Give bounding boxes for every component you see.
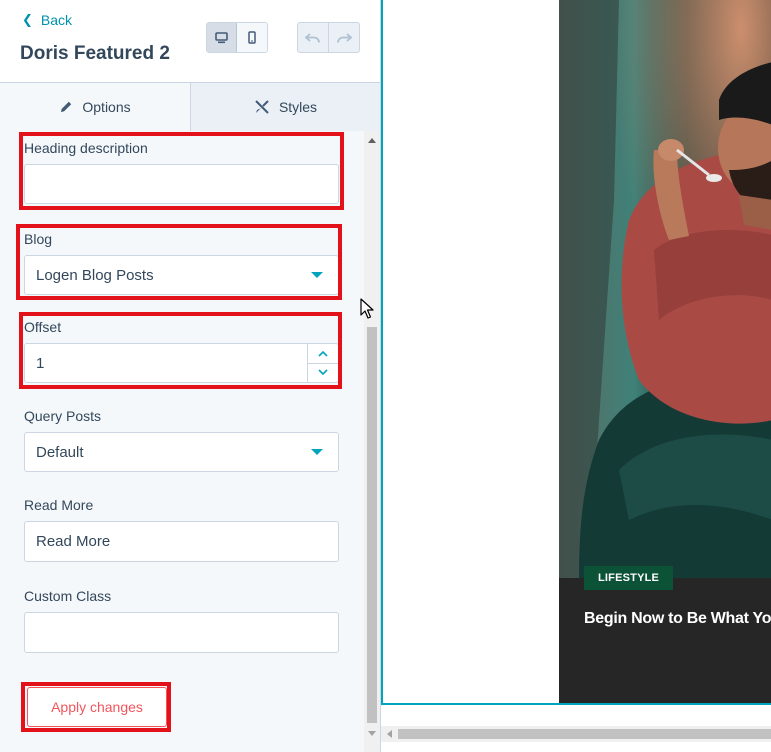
history-controls	[297, 22, 360, 53]
offset-value: 1	[36, 354, 45, 372]
caret-down-icon	[311, 272, 323, 278]
preview-horizontal-scrollbar[interactable]	[381, 726, 771, 742]
undo-icon	[304, 32, 320, 43]
tab-options[interactable]: Options	[0, 83, 190, 131]
read-more-label: Read More	[24, 497, 94, 513]
redo-button[interactable]	[329, 23, 359, 52]
chevron-down-icon	[318, 369, 328, 376]
desktop-icon	[215, 31, 228, 43]
custom-class-input[interactable]	[24, 612, 339, 653]
module-title: Doris Featured 2	[20, 43, 170, 64]
apply-changes-button[interactable]: Apply changes	[27, 687, 167, 727]
chevron-up-icon	[318, 350, 328, 357]
mouse-cursor-icon	[360, 298, 374, 319]
preview-frame: LIFESTYLE Begin Now to Be What Yo	[381, 0, 771, 705]
back-label: Back	[40, 12, 73, 28]
stepper-controls	[307, 344, 338, 382]
caret-down-icon	[311, 449, 323, 455]
tab-styles-label: Styles	[278, 99, 318, 115]
offset-stepper[interactable]: 1	[24, 343, 339, 383]
heading-description-input[interactable]	[24, 164, 339, 204]
sidebar-header: ❮ Back Doris Featured 2	[0, 0, 380, 83]
post-title[interactable]: Begin Now to Be What Yo	[584, 610, 771, 628]
scroll-thumb[interactable]	[367, 327, 377, 723]
increment-button[interactable]	[308, 344, 338, 364]
scroll-left-arrow-icon[interactable]	[387, 730, 392, 738]
offset-label: Offset	[24, 319, 62, 335]
heading-description-label: Heading description	[24, 140, 148, 156]
scroll-up-arrow-icon[interactable]	[368, 138, 376, 143]
blog-label: Blog	[24, 231, 53, 247]
featured-post-image	[559, 0, 771, 578]
query-posts-value: Default	[36, 443, 84, 461]
mobile-preview-button[interactable]	[237, 23, 267, 52]
sidebar-scrollbar[interactable]	[364, 131, 380, 752]
query-posts-label: Query Posts	[24, 408, 102, 424]
blog-select[interactable]: Logen Blog Posts	[24, 255, 339, 295]
undo-button[interactable]	[298, 23, 329, 52]
device-toggle	[206, 22, 268, 53]
query-posts-select[interactable]: Default	[24, 432, 339, 472]
horizontal-scroll-thumb[interactable]	[398, 729, 771, 739]
brush-icon	[255, 100, 269, 114]
page-preview: LIFESTYLE Begin Now to Be What Yo	[381, 0, 771, 752]
decrement-button[interactable]	[308, 364, 338, 383]
scroll-down-arrow-icon[interactable]	[368, 731, 376, 736]
post-caption: LIFESTYLE Begin Now to Be What Yo	[559, 566, 771, 703]
tab-styles[interactable]: Styles	[190, 83, 380, 131]
featured-post-card[interactable]: LIFESTYLE Begin Now to Be What Yo	[559, 0, 771, 703]
pencil-icon	[61, 101, 72, 112]
desktop-preview-button[interactable]	[207, 23, 238, 52]
editor-sidebar: ❮ Back Doris Featured 2 Options Styles H…	[0, 0, 381, 752]
custom-class-label: Custom Class	[24, 588, 112, 604]
editor-tabs: Options Styles	[0, 83, 380, 131]
read-more-input[interactable]: Read More	[24, 521, 339, 562]
options-form: Heading description Blog Logen Blog Post…	[0, 131, 364, 752]
chevron-left-icon: ❮	[22, 12, 33, 27]
mobile-icon	[248, 31, 256, 44]
back-link[interactable]: ❮ Back	[22, 12, 72, 28]
category-badge[interactable]: LIFESTYLE	[584, 566, 674, 590]
redo-icon	[336, 32, 352, 43]
tab-options-label: Options	[82, 99, 131, 115]
blog-select-value: Logen Blog Posts	[36, 266, 154, 284]
